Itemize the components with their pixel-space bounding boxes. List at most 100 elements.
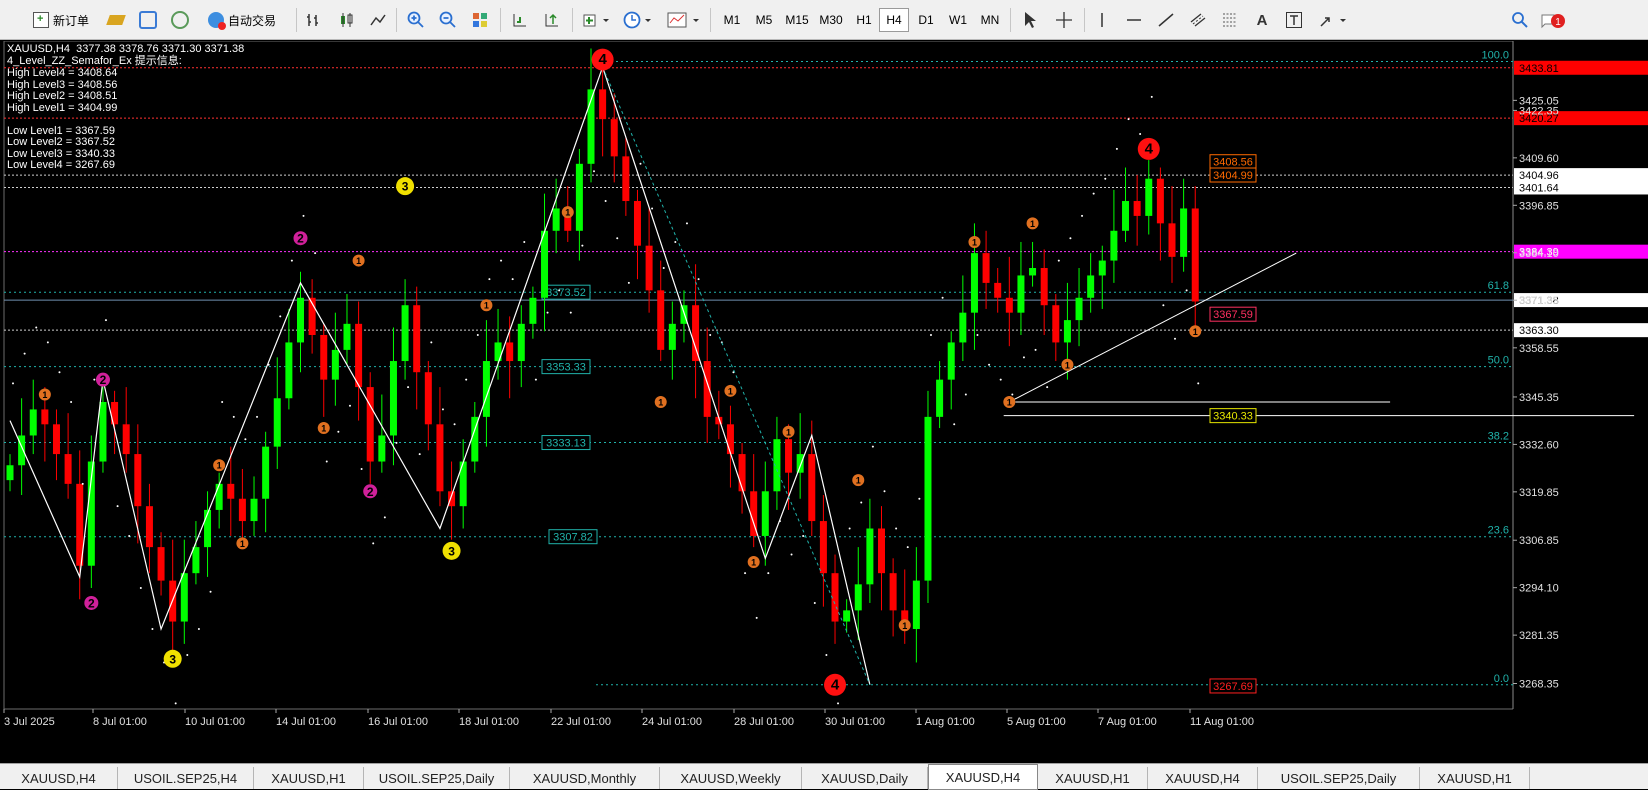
indicator-level-line: Low Level2 = 3367.52 bbox=[7, 136, 115, 148]
equidistant-channel-icon[interactable] bbox=[1186, 8, 1210, 32]
fibonacci-icon[interactable] bbox=[1218, 8, 1242, 32]
timeframe-m15[interactable]: M15 bbox=[781, 8, 813, 32]
auto-scroll-icon[interactable] bbox=[508, 8, 532, 32]
sar-dot bbox=[1185, 289, 1188, 292]
candle-body bbox=[1122, 201, 1130, 231]
candle-body bbox=[889, 573, 897, 611]
semafor-level-label: 1 bbox=[1030, 219, 1035, 229]
sar-dot bbox=[802, 534, 805, 537]
semafor-level-label: 1 bbox=[1065, 360, 1070, 370]
chart-tab[interactable]: XAUUSD,Daily bbox=[802, 767, 928, 789]
candle-body bbox=[541, 230, 549, 298]
candle-body bbox=[355, 323, 363, 388]
gold-bars-icon[interactable] bbox=[104, 8, 128, 32]
crosshair-icon[interactable] bbox=[1052, 8, 1076, 32]
templates-icon[interactable] bbox=[664, 8, 704, 32]
auto-trade-button[interactable]: 自动交易 bbox=[198, 7, 286, 33]
candle-body bbox=[761, 491, 769, 536]
x-tick-label: 24 Jul 01:00 bbox=[642, 716, 702, 728]
timeframe-m30[interactable]: M30 bbox=[815, 8, 847, 32]
chart-canvas[interactable]: 100.061.850.038.223.60.03373.523353.3333… bbox=[0, 41, 1648, 763]
candle-body bbox=[1156, 178, 1164, 224]
new-order-label: 新订单 bbox=[52, 13, 89, 28]
semafor-level-label: 1 bbox=[658, 397, 663, 407]
candle-body bbox=[657, 290, 665, 350]
candle-body bbox=[599, 89, 607, 120]
market-watch-icon[interactable] bbox=[136, 8, 160, 32]
chart-tab[interactable]: XAUUSD,H1 bbox=[1420, 767, 1530, 789]
sar-dot bbox=[953, 423, 956, 426]
sar-dot bbox=[348, 404, 351, 407]
sar-dot bbox=[407, 386, 410, 389]
sar-dot bbox=[511, 278, 514, 281]
chart-tab[interactable]: USOIL.SEP25,H4 bbox=[118, 767, 254, 789]
search-icon[interactable] bbox=[1508, 8, 1532, 32]
candle-body bbox=[262, 446, 270, 499]
sar-dot bbox=[697, 278, 700, 281]
y-tick-label: 3345.35 bbox=[1519, 392, 1559, 404]
horizontal-line-icon[interactable] bbox=[1122, 8, 1146, 32]
candle-body bbox=[1029, 268, 1037, 276]
timeframe-h1[interactable]: H1 bbox=[849, 8, 879, 32]
candle-body bbox=[936, 379, 944, 417]
cursor-arrow-icon[interactable] bbox=[1018, 8, 1042, 32]
arrows-shapes-icon[interactable] bbox=[1316, 8, 1352, 32]
sar-dot bbox=[430, 341, 433, 344]
semafor-level-label: 1 bbox=[902, 621, 907, 631]
zoom-in-icon[interactable] bbox=[404, 8, 428, 32]
timeframe-w1[interactable]: W1 bbox=[943, 8, 973, 32]
x-tick-label: 11 Aug 01:00 bbox=[1190, 716, 1254, 728]
price-label: 3401.64 bbox=[1519, 182, 1559, 194]
chart-tab[interactable]: USOIL.SEP25,Daily bbox=[1258, 767, 1420, 789]
chart-shift-icon[interactable] bbox=[540, 8, 564, 32]
chart-tab[interactable]: XAUUSD,H4 bbox=[0, 767, 118, 789]
y-tick-label: 3319.85 bbox=[1519, 487, 1559, 499]
zoom-out-icon[interactable] bbox=[436, 8, 460, 32]
tile-windows-icon[interactable] bbox=[468, 8, 492, 32]
vertical-line-icon[interactable] bbox=[1090, 8, 1114, 32]
chart-tab[interactable]: XAUUSD,H4 bbox=[1148, 767, 1258, 789]
sar-dot bbox=[616, 237, 619, 240]
candle-body bbox=[436, 424, 444, 492]
line-chart-icon[interactable] bbox=[366, 8, 390, 32]
trend-line-icon[interactable] bbox=[1154, 8, 1178, 32]
periods-clock-icon[interactable] bbox=[620, 8, 656, 32]
signal-icon[interactable] bbox=[168, 8, 192, 32]
chart-tab[interactable]: XAUUSD,H1 bbox=[254, 767, 364, 789]
indicators-icon[interactable] bbox=[580, 8, 614, 32]
chart-tab[interactable]: XAUUSD,H1 bbox=[1038, 767, 1148, 789]
sar-dot bbox=[221, 400, 224, 403]
x-tick-label: 22 Jul 01:00 bbox=[551, 716, 611, 728]
price-chart[interactable]: 100.0 61.8 50.0 38.2 23.6 0.0 3373.52 3353.33 33… bbox=[0, 41, 1648, 763]
chart-tab[interactable]: USOIL.SEP25,Daily bbox=[364, 767, 510, 789]
candle-body bbox=[1168, 223, 1176, 257]
sar-dot bbox=[1197, 382, 1200, 385]
timeframe-m1[interactable]: M1 bbox=[717, 8, 747, 32]
new-order-button[interactable]: + 新订单 bbox=[26, 7, 96, 33]
y-tick-label: 3371.35 bbox=[1519, 295, 1559, 307]
bar-chart-icon[interactable] bbox=[302, 8, 326, 32]
timeframe-h4[interactable]: H4 bbox=[879, 8, 909, 32]
candle-body bbox=[796, 454, 804, 473]
candlestick-icon[interactable] bbox=[334, 8, 358, 32]
sar-dot bbox=[558, 289, 561, 292]
timeframe-d1[interactable]: D1 bbox=[911, 8, 941, 32]
x-tick-label: 1 Aug 01:00 bbox=[916, 716, 975, 728]
timeframe-mn[interactable]: MN bbox=[975, 8, 1005, 32]
svg-text:1: 1 bbox=[1555, 17, 1561, 28]
sar-dot bbox=[674, 240, 677, 243]
text-icon[interactable]: A bbox=[1250, 8, 1274, 32]
text-label-icon[interactable] bbox=[1282, 8, 1306, 32]
x-tick-label: 16 Jul 01:00 bbox=[368, 716, 428, 728]
sar-dot bbox=[1127, 118, 1130, 121]
timeframe-m5[interactable]: M5 bbox=[749, 8, 779, 32]
chart-tab[interactable]: XAUUSD,Weekly bbox=[660, 767, 802, 789]
notifications-icon[interactable]: 1 bbox=[1538, 8, 1568, 32]
sar-dot bbox=[871, 445, 874, 448]
chart-tab[interactable]: XAUUSD,Monthly bbox=[510, 767, 660, 789]
sar-dot bbox=[186, 654, 189, 657]
chart-tab-active[interactable]: XAUUSD,H4 bbox=[928, 764, 1038, 790]
semafor-level-label: 1 bbox=[728, 386, 733, 396]
semafor-level-label: 1 bbox=[751, 558, 756, 568]
sar-dot bbox=[906, 546, 909, 549]
